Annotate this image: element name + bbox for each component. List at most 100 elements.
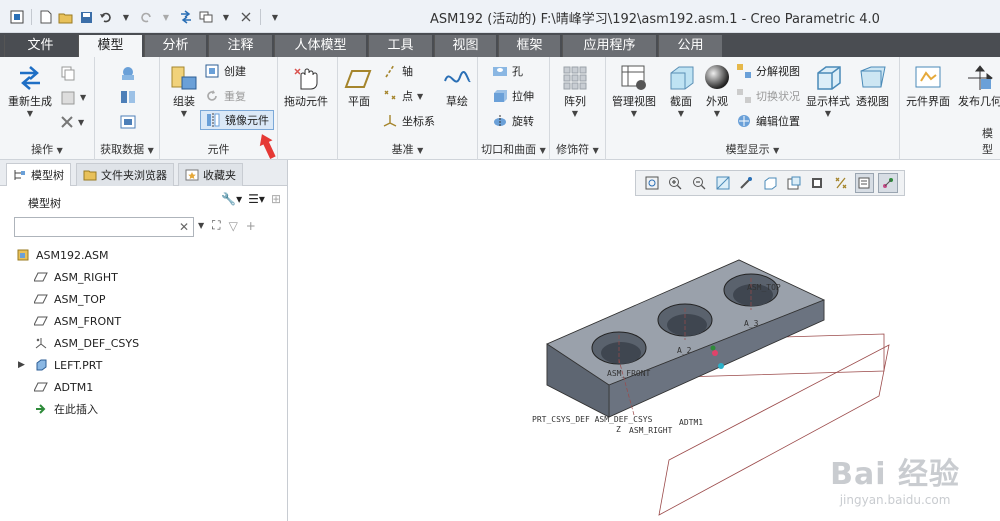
filter-icon[interactable]: ▽: [229, 219, 238, 233]
clear-search-icon[interactable]: ✕: [179, 220, 189, 234]
plane-button[interactable]: 平面: [344, 63, 374, 109]
manage-views-button[interactable]: 管理视图 ▼: [612, 63, 656, 118]
tree-item[interactable]: ASM192.ASM: [10, 244, 280, 266]
create-label: 创建: [224, 65, 246, 78]
graphics-window[interactable]: ASM_TOP A_3 A_2 ASM_FRONT PRT_CSYS_DEF A…: [289, 160, 1000, 521]
group-model-display-label[interactable]: 模型显示 ▼: [606, 141, 899, 157]
tab-applications[interactable]: 应用程序: [562, 35, 656, 57]
tab-favorites[interactable]: 收藏夹: [178, 163, 243, 186]
expand-arrow-icon[interactable]: ▶: [18, 360, 34, 370]
tree-item[interactable]: ASM_DEF_CSYS: [10, 332, 280, 354]
tree-item[interactable]: ASM_TOP: [10, 288, 280, 310]
paste-icon[interactable]: ▼: [60, 87, 86, 107]
perspective-button[interactable]: 透视图: [856, 63, 889, 109]
group-get-data-label[interactable]: 获取数据 ▼: [95, 141, 159, 157]
group-component-label[interactable]: 元件: [160, 141, 277, 157]
group-datum: 平面 轴 点 ▼ 坐标系 草绘 基准 ▼: [338, 57, 478, 160]
tab-model-tree[interactable]: 模型树: [6, 163, 71, 186]
pattern-label: 阵列: [564, 95, 586, 108]
drag-components-button[interactable]: 拖动元件: [284, 63, 328, 109]
label-a2: A_2: [677, 346, 692, 355]
explode-view-button[interactable]: 分解视图: [736, 61, 800, 81]
component-interface-button[interactable]: 元件界面: [906, 63, 950, 109]
tree-item[interactable]: 在此插入: [10, 398, 280, 420]
group-model-display: 管理视图 ▼ 截面 ▼ 外观 ▼ 分解视图 切换状况 编辑位置 显示样式 ▼ 透…: [606, 57, 900, 160]
group-modifiers-label[interactable]: 修饰符 ▼: [550, 141, 605, 157]
save-icon[interactable]: [77, 7, 95, 27]
redo-icon[interactable]: [137, 7, 155, 27]
redo-dropdown-icon[interactable]: ▼: [157, 7, 175, 27]
tree-structure-icon[interactable]: ⊞: [271, 192, 281, 206]
app-menu-icon[interactable]: [8, 7, 26, 27]
delete-icon[interactable]: ▼: [60, 112, 84, 132]
datum-plane-icon: [34, 293, 48, 305]
datum-point-icon: [384, 90, 396, 100]
search-dropdown-icon[interactable]: ▼: [198, 221, 204, 230]
group-operations-label[interactable]: 操作 ▼: [0, 141, 94, 157]
edit-position-icon: [738, 115, 750, 127]
create-button[interactable]: 创建: [204, 61, 246, 81]
regenerate-label: 重新生成: [8, 95, 52, 108]
csys-button[interactable]: 坐标系: [382, 111, 435, 131]
tab-tools[interactable]: 工具: [368, 35, 432, 57]
sketch-button[interactable]: 草绘: [442, 63, 472, 109]
sketch-label: 草绘: [446, 95, 468, 108]
tab-analysis[interactable]: 分析: [144, 35, 206, 57]
find-binoculars-icon[interactable]: ⛶: [212, 218, 220, 233]
publish-geometry-button[interactable]: 发布几何: [958, 63, 1000, 109]
tab-folder-browser[interactable]: 文件夹浏览器: [76, 163, 174, 186]
open-file-icon[interactable]: [57, 7, 75, 27]
tree-item[interactable]: ASM_FRONT: [10, 310, 280, 332]
new-file-icon[interactable]: [37, 7, 55, 27]
display-style-icon: [817, 66, 841, 90]
section-button[interactable]: 截面 ▼: [666, 63, 696, 118]
tree-settings-icon[interactable]: 🔧▾: [221, 192, 242, 206]
extrude-button[interactable]: 拉伸: [492, 86, 534, 106]
display-style-button[interactable]: 显示样式 ▼: [806, 63, 850, 118]
assemble-button[interactable]: 组装 ▼: [168, 63, 200, 118]
window-title: ASM192 (活动的) F:\晴峰学习\192\asm192.asm.1 - …: [430, 12, 880, 27]
tree-item[interactable]: ADTM1: [10, 376, 280, 398]
group-cuts-surfaces-label[interactable]: 切口和曲面 ▼: [478, 141, 549, 157]
customize-qat-icon[interactable]: ▼: [266, 7, 284, 27]
mirror-component-button[interactable]: 镜像元件: [200, 110, 274, 130]
group-datum-label[interactable]: 基准 ▼: [338, 141, 477, 157]
tab-framework[interactable]: 框架: [498, 35, 560, 57]
tab-file[interactable]: 文件: [4, 35, 76, 57]
tree-item[interactable]: ▶ LEFT.PRT: [10, 354, 280, 376]
axis-button[interactable]: 轴: [382, 61, 413, 81]
shrinkwrap-icon[interactable]: [119, 112, 137, 132]
tab-manikin[interactable]: 人体模型: [274, 35, 366, 57]
tree-show-icon[interactable]: ☰▾: [248, 192, 265, 206]
label-asm-top: ASM_TOP: [747, 283, 781, 292]
copy-geometry-icon[interactable]: [119, 87, 137, 107]
add-column-icon[interactable]: +: [246, 219, 256, 233]
close-window-icon[interactable]: [237, 7, 255, 27]
windows-dropdown-icon[interactable]: ▼: [217, 7, 235, 27]
hole-button[interactable]: 孔: [492, 61, 523, 81]
tree-search-input[interactable]: ✕: [14, 217, 194, 237]
toggle-status-button[interactable]: 切换状况: [736, 86, 800, 106]
tab-annotate[interactable]: 注释: [208, 35, 272, 57]
regenerate-quick-icon[interactable]: [177, 7, 195, 27]
appearance-button[interactable]: 外观 ▼: [702, 63, 732, 118]
tab-model[interactable]: 模型: [78, 35, 142, 58]
tab-common[interactable]: 公用: [658, 35, 722, 57]
revolve-button[interactable]: 旋转: [492, 111, 534, 131]
pattern-button[interactable]: 阵列 ▼: [560, 63, 590, 118]
group-model-intent-label[interactable]: 模型: [982, 125, 1000, 157]
tree-item-label: ASM_FRONT: [54, 314, 122, 328]
regenerate-button[interactable]: 重新生成 ▼: [8, 63, 52, 118]
axis-label: 轴: [402, 65, 413, 78]
tree-item[interactable]: ASM_RIGHT: [10, 266, 280, 288]
undo-icon[interactable]: [97, 7, 115, 27]
copy-icon[interactable]: [60, 63, 76, 83]
user-defined-feature-icon[interactable]: [119, 63, 137, 83]
undo-dropdown-icon[interactable]: ▼: [117, 7, 135, 27]
edit-position-button[interactable]: 编辑位置: [736, 111, 800, 131]
windows-icon[interactable]: [197, 7, 215, 27]
repeat-button[interactable]: 重复: [204, 86, 246, 106]
tab-view[interactable]: 视图: [434, 35, 496, 57]
point-button[interactable]: 点 ▼: [382, 86, 423, 106]
part-block: [546, 259, 826, 418]
